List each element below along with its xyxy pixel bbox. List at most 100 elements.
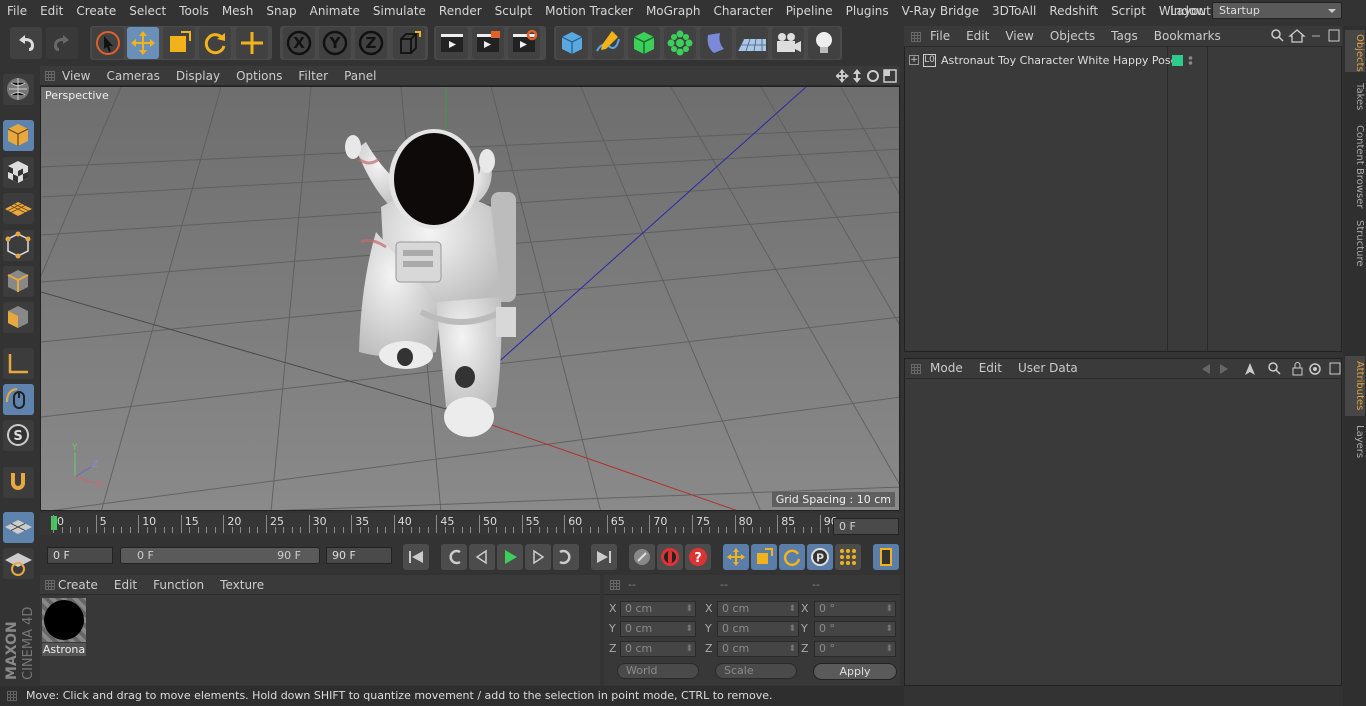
- cube-icon[interactable]: [556, 27, 588, 59]
- menu-plugins[interactable]: Plugins: [839, 0, 895, 22]
- attributes-menu-edit[interactable]: Edit: [971, 361, 1010, 375]
- make-editable-icon[interactable]: [3, 74, 34, 105]
- play-forward-icon[interactable]: [497, 544, 523, 570]
- undo-button[interactable]: [10, 27, 42, 59]
- tab-structure[interactable]: Structure: [1345, 216, 1365, 271]
- timeline-window-icon[interactable]: [873, 544, 899, 570]
- menu-v-ray-bridge[interactable]: V-Ray Bridge: [895, 0, 985, 22]
- menu-edit[interactable]: Edit: [33, 0, 69, 22]
- frame-range-slider[interactable]: 0 F 90 F: [120, 547, 320, 564]
- menu-motion-tracker[interactable]: Motion Tracker: [538, 0, 639, 22]
- edges-mode-icon[interactable]: [3, 266, 34, 297]
- deformer-bend-icon[interactable]: [700, 27, 732, 59]
- previous-key-icon[interactable]: [441, 544, 467, 570]
- tab-layers[interactable]: Layers: [1345, 421, 1365, 463]
- render-picture-viewer-icon[interactable]: [472, 27, 504, 59]
- visibility-dots-icon[interactable]: [1188, 55, 1193, 66]
- menu-mesh[interactable]: Mesh: [215, 0, 260, 22]
- autokey-help-icon[interactable]: ?: [685, 544, 711, 570]
- recent-tools-icon[interactable]: [236, 27, 268, 59]
- position-field-x[interactable]: 0 cm: [620, 601, 696, 617]
- material-menu-edit[interactable]: Edit: [106, 578, 145, 592]
- viewport-menu-view[interactable]: View: [54, 69, 98, 83]
- polygons-mode-icon[interactable]: [3, 302, 34, 333]
- menu-3dtoall[interactable]: 3DToAll: [985, 0, 1042, 22]
- key-scale-icon[interactable]: [751, 544, 777, 570]
- size-field-z[interactable]: 0 cm: [717, 641, 799, 657]
- menu-sculpt[interactable]: Sculpt: [488, 0, 538, 22]
- panel-grip-icon[interactable]: [911, 364, 921, 374]
- object-row[interactable]: + L0 Astronaut Toy Character White Happy…: [906, 52, 1177, 70]
- menu-create[interactable]: Create: [69, 0, 122, 22]
- viewport-menu-filter[interactable]: Filter: [290, 69, 336, 83]
- axis-mode-icon[interactable]: [3, 348, 34, 379]
- rotation-field-x[interactable]: 0 °: [814, 601, 896, 617]
- live-selection-icon[interactable]: [92, 27, 124, 59]
- objects-menu-tags[interactable]: Tags: [1103, 29, 1146, 43]
- go-to-start-icon[interactable]: [403, 544, 429, 570]
- start-frame-field[interactable]: 0 F: [47, 547, 113, 564]
- key-position-icon[interactable]: [723, 544, 749, 570]
- y-axis-lock-icon[interactable]: Y: [319, 27, 351, 59]
- render-view-icon[interactable]: [436, 27, 468, 59]
- coordinate-mode-select[interactable]: World: [617, 663, 699, 679]
- panel-grip-icon[interactable]: [610, 580, 620, 590]
- redo-button[interactable]: [46, 27, 78, 59]
- objects-menu-file[interactable]: File: [922, 29, 958, 43]
- expand-toggle-icon[interactable]: +: [909, 55, 919, 65]
- timeline-ruler[interactable]: 0 5 10 15 20 25 30 35 40 45 50 55 60 65 70 75 80 85 90: [40, 513, 900, 535]
- tab-objects[interactable]: Objects: [1345, 30, 1365, 72]
- solo-icon[interactable]: S: [3, 420, 34, 451]
- tab-attributes[interactable]: Attributes: [1345, 356, 1365, 416]
- panel-grip-icon[interactable]: [911, 32, 921, 42]
- menu-character[interactable]: Character: [706, 0, 778, 22]
- layer-color-tag[interactable]: [1172, 55, 1183, 66]
- z-axis-lock-icon[interactable]: Z: [355, 27, 387, 59]
- viewport-menu-cameras[interactable]: Cameras: [98, 69, 167, 83]
- light-icon[interactable]: [808, 27, 840, 59]
- panel-grip-icon[interactable]: [45, 580, 55, 590]
- viewport-menu-options[interactable]: Options: [228, 69, 290, 83]
- coordinate-type-select[interactable]: Scale: [715, 663, 797, 679]
- size-field-y[interactable]: 0 cm: [717, 621, 799, 637]
- attributes-menu-mode[interactable]: Mode: [922, 361, 971, 375]
- material-swatch[interactable]: Astrona: [42, 598, 86, 656]
- menu-render[interactable]: Render: [432, 0, 488, 22]
- rotation-field-y[interactable]: 0 °: [814, 621, 896, 637]
- tab-content-browser[interactable]: Content Browser: [1345, 121, 1365, 213]
- size-field-x[interactable]: 0 cm: [717, 601, 799, 617]
- camera-icon[interactable]: [772, 27, 804, 59]
- menu-file[interactable]: File: [0, 0, 33, 22]
- rotation-field-z[interactable]: 0 °: [814, 641, 896, 657]
- menu-pipeline[interactable]: Pipeline: [779, 0, 839, 22]
- motion-record-icon[interactable]: [629, 544, 655, 570]
- workplane-lock-icon[interactable]: [3, 512, 34, 543]
- move-tool-icon[interactable]: [127, 27, 159, 59]
- menu-select[interactable]: Select: [122, 0, 172, 22]
- objects-menu-objects[interactable]: Objects: [1042, 29, 1103, 43]
- key-parameter-icon[interactable]: P: [807, 544, 833, 570]
- layout-select[interactable]: Startup: [1212, 2, 1342, 19]
- menu-redshift[interactable]: Redshift: [1042, 0, 1104, 22]
- workplane-icon[interactable]: [3, 193, 34, 224]
- snap-magnet-icon[interactable]: [3, 467, 34, 498]
- position-field-y[interactable]: 0 cm: [620, 621, 696, 637]
- x-axis-lock-icon[interactable]: X: [283, 27, 315, 59]
- current-frame-field[interactable]: 0 F: [833, 518, 899, 535]
- subdivision-surface-icon[interactable]: [628, 27, 660, 59]
- panel-grip-icon[interactable]: [7, 691, 17, 701]
- previous-frame-icon[interactable]: [469, 544, 495, 570]
- render-settings-icon[interactable]: [508, 27, 540, 59]
- scale-tool-icon[interactable]: [163, 27, 195, 59]
- locked-workplane-icon[interactable]: [3, 548, 34, 579]
- menu-mograph[interactable]: MoGraph: [639, 0, 707, 22]
- texture-mode-icon[interactable]: [3, 157, 34, 188]
- coordinate-system-icon[interactable]: [393, 27, 425, 59]
- model-mode-icon[interactable]: [3, 120, 34, 151]
- points-mode-icon[interactable]: [3, 230, 34, 261]
- menu-animate[interactable]: Animate: [303, 0, 366, 22]
- position-field-z[interactable]: 0 cm: [620, 641, 696, 657]
- cloner-icon[interactable]: [664, 27, 696, 59]
- objects-menu-edit[interactable]: Edit: [958, 29, 997, 43]
- panel-grip-icon[interactable]: [45, 71, 55, 81]
